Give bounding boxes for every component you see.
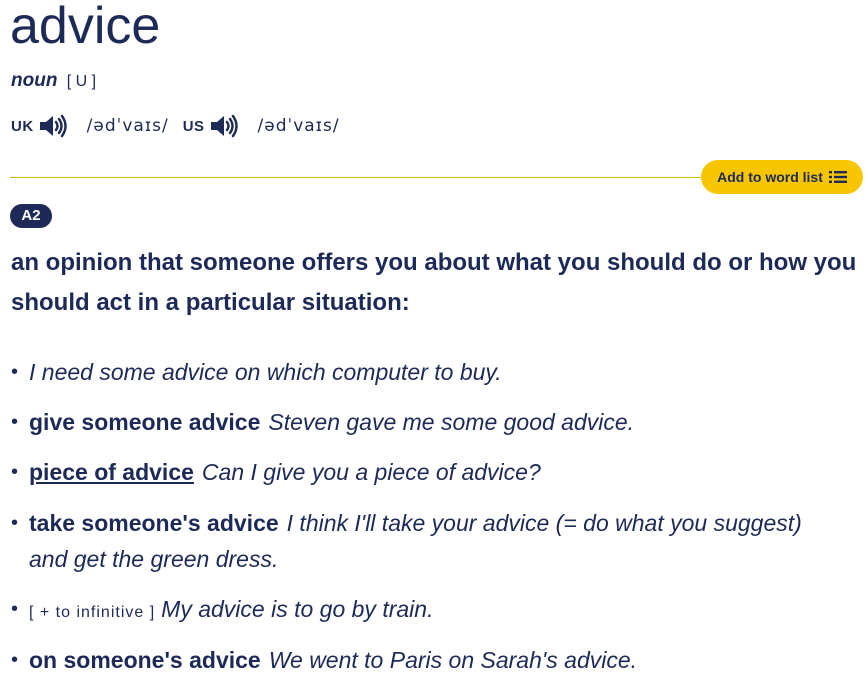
example-item: • I need some advice on which computer t… [11, 354, 841, 390]
example-item: • [ + to infinitive ] My advice is to go … [11, 591, 841, 631]
headword: advice [10, 0, 161, 55]
dictionary-entry: advice noun [ U ] UK /ədˈvaɪs/ US /ədˈva… [0, 0, 865, 673]
us-ipa: /ədˈvaɪs/ [257, 116, 340, 136]
grammar-code: [ U ] [66, 73, 97, 90]
grammar-line: noun [ U ] [11, 69, 96, 94]
example-item: • give someone advice Steven gave me some… [11, 404, 841, 440]
lexical-unit: on someone's advice [29, 647, 261, 673]
uk-region-label: UK [11, 117, 34, 135]
add-to-word-list-button[interactable]: Add to word list [701, 160, 863, 194]
us-region-label: US [182, 117, 205, 135]
definition: an opinion that someone offers you about… [11, 249, 857, 316]
example-text: I need some advice on which computer to … [29, 359, 502, 385]
list-icon [828, 170, 847, 184]
bullet: • [11, 512, 19, 534]
bullet: • [11, 411, 19, 433]
add-to-word-list-label: Add to word list [717, 169, 823, 185]
example-text: Can I give you a piece of advice? [201, 459, 541, 485]
bullet: • [11, 361, 19, 383]
example-text: We went to Paris on Sarah's advice. [268, 647, 638, 673]
example-text: Steven gave me some good advice. [268, 409, 635, 435]
part-of-speech: noun [11, 70, 58, 91]
example-item: • take someone's advice I think I'll take… [11, 505, 841, 577]
speaker-icon[interactable] [37, 113, 69, 139]
example-text: My advice is to go by train. [161, 596, 434, 622]
example-item: • piece of advice Can I give you a piece … [11, 454, 841, 490]
section-divider [10, 177, 710, 178]
grammar-code: [ + to infinitive ] [29, 604, 156, 621]
pronunciation-line: UK /ədˈvaɪs/ US /ədˈvaɪs/ [11, 111, 354, 141]
level-badge: A2 [10, 204, 52, 228]
lexical-unit: take someone's advice [29, 510, 279, 536]
speaker-icon[interactable] [208, 113, 240, 139]
bullet: • [11, 598, 19, 620]
lexical-unit: give someone advice [29, 409, 261, 435]
bullet: • [11, 461, 19, 483]
lexical-unit-link[interactable]: piece of advice [29, 459, 194, 485]
uk-ipa: /ədˈvaɪs/ [86, 116, 169, 136]
